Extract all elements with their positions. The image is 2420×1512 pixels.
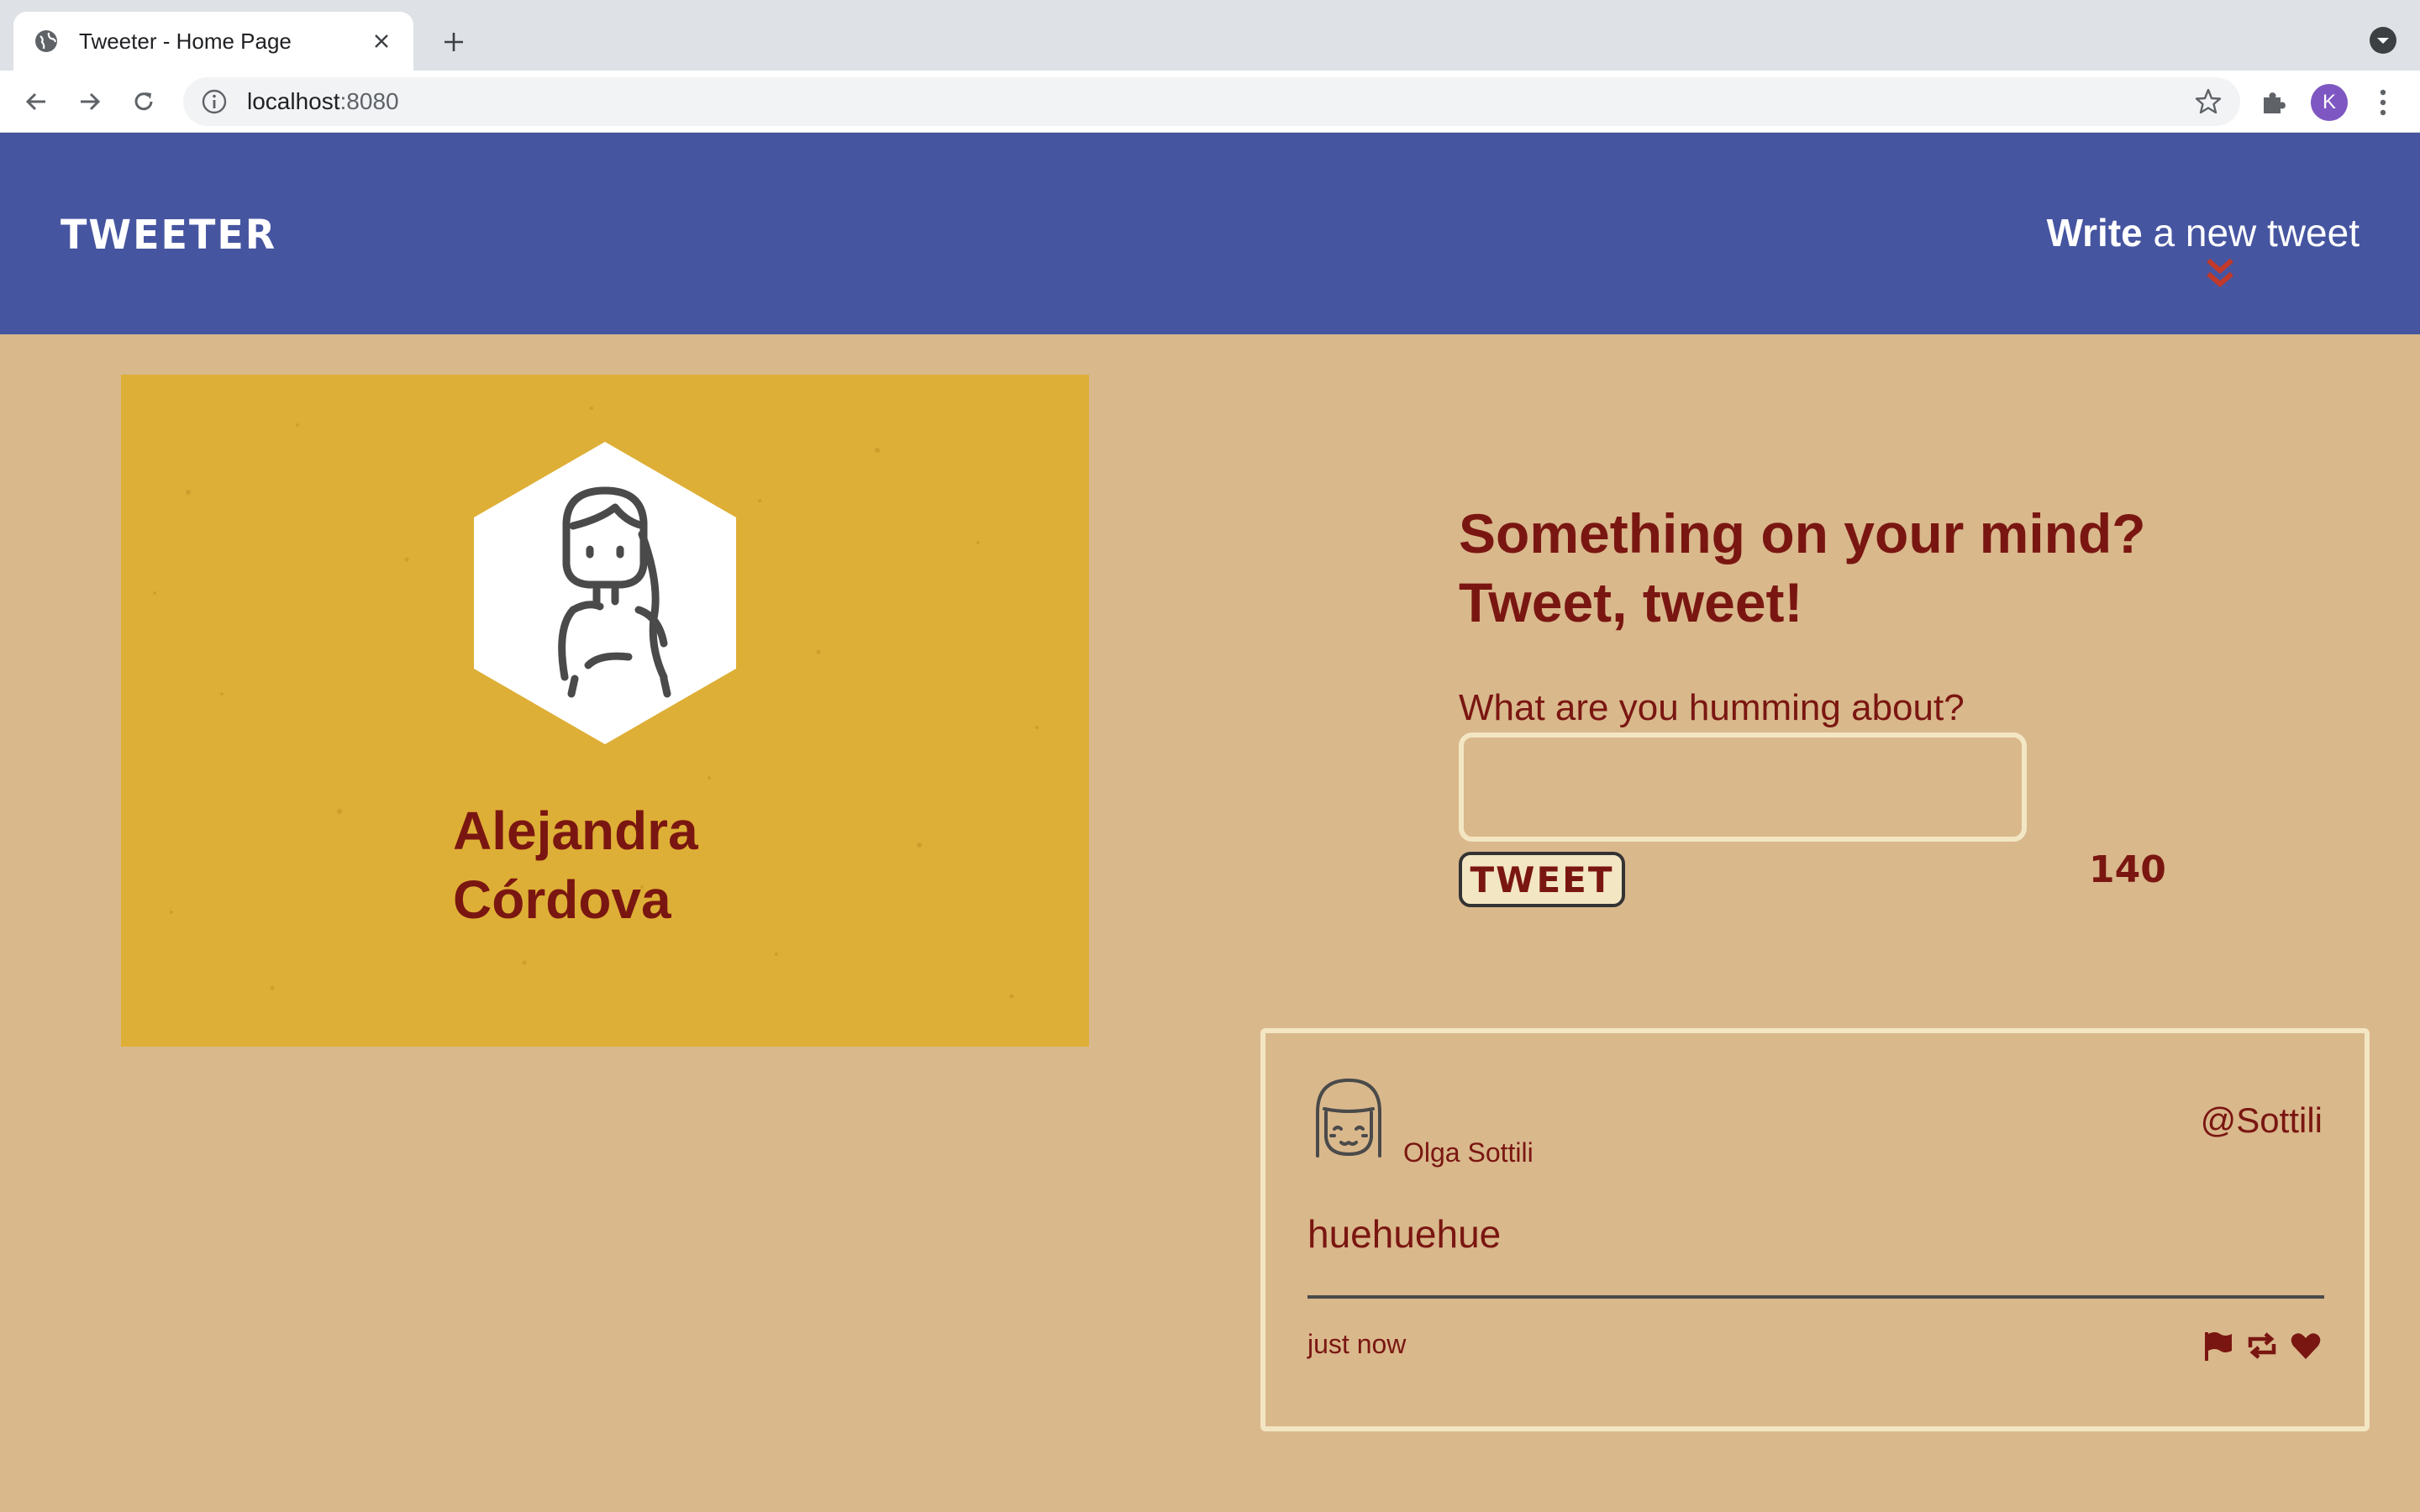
write-bold-text: Write (2046, 211, 2143, 255)
back-icon[interactable] (17, 82, 55, 121)
user-first-name: Alejandra (453, 801, 698, 861)
tab-title: Tweeter - Home Page (79, 28, 292, 54)
compose-label: What are you humming about? (1459, 687, 1965, 728)
tweet-button[interactable]: TWEET (1459, 852, 1625, 907)
girl-avatar-icon (1316, 1079, 1381, 1158)
double-chevron-icon[interactable] (2203, 255, 2237, 292)
tweet-author: Olga Sottili (1403, 1137, 1534, 1168)
browser-toolbar: localhost:8080 K (0, 71, 2420, 133)
globe-icon (34, 29, 59, 54)
close-icon[interactable] (366, 26, 397, 56)
tweet-divider (1307, 1295, 2324, 1299)
flag-icon[interactable] (2202, 1329, 2235, 1362)
star-icon[interactable] (2191, 85, 2225, 118)
forward-icon[interactable] (71, 82, 109, 121)
woman-avatar-icon (474, 442, 736, 744)
heart-icon[interactable] (2289, 1329, 2323, 1362)
reload-icon[interactable] (124, 82, 163, 121)
kebab-icon[interactable] (2368, 86, 2398, 119)
profile-card: Alejandra Córdova (121, 375, 1089, 1047)
plus-icon[interactable] (435, 24, 472, 60)
tweet-timestamp: just now (1307, 1329, 1407, 1359)
chevron-down-icon[interactable] (2368, 25, 2398, 55)
compose-heading-line1: Something on your mind? (1459, 502, 2146, 564)
site-nav: TWEETER Write a new tweet (0, 133, 2420, 334)
browser-tabstrip: Tweeter - Home Page (0, 0, 2420, 71)
browser-tab[interactable]: Tweeter - Home Page (13, 12, 413, 71)
write-rest-text: a new tweet (2142, 211, 2360, 255)
character-counter: 140 (2089, 848, 2166, 891)
user-name: Alejandra Córdova (453, 796, 698, 934)
tweet-text: huehuehue (1307, 1212, 1502, 1256)
write-new-tweet-link[interactable]: Write a new tweet (2047, 210, 2360, 255)
url-port: :8080 (339, 88, 399, 114)
puzzle-icon[interactable] (2257, 86, 2291, 119)
tweet-handle: @Sottili (2200, 1100, 2323, 1140)
url-host: localhost (247, 88, 340, 114)
tweet-card: Olga Sottili @Sottili huehuehue just now (1260, 1028, 2370, 1431)
brand-logo[interactable]: TWEETER (60, 211, 276, 259)
tweet-textarea[interactable] (1459, 732, 2027, 842)
user-last-name: Córdova (453, 869, 671, 930)
profile-avatar[interactable]: K (2311, 84, 2348, 121)
info-icon[interactable] (200, 87, 229, 116)
compose-heading-line2: Tweet, tweet! (1459, 571, 1803, 633)
tweet-actions (2202, 1329, 2323, 1362)
compose-heading: Something on your mind? Tweet, tweet! (1459, 499, 2146, 637)
retweet-icon[interactable] (2245, 1329, 2279, 1362)
address-bar[interactable]: localhost:8080 (183, 77, 2240, 126)
url-text[interactable]: localhost:8080 (247, 88, 2191, 115)
